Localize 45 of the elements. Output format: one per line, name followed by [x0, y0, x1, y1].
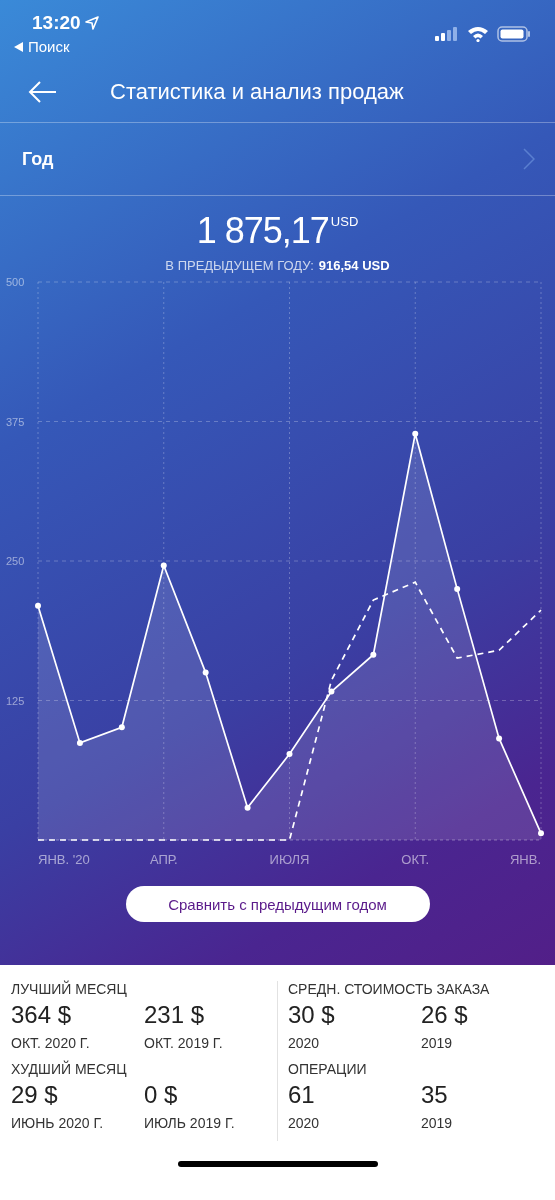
- x-axis-label: ОКТ.: [401, 852, 430, 867]
- stat-title: ХУДШИЙ МЕСЯЦ: [11, 1061, 128, 1077]
- y-axis-label: 500: [6, 276, 25, 288]
- stat-caption: 2019: [421, 1115, 454, 1131]
- y-axis-label: 250: [6, 555, 25, 567]
- stat-caption: 2020: [288, 1035, 321, 1051]
- screen-title: Статистика и анализ продаж: [110, 79, 404, 105]
- stat-value: 26 $: [421, 1001, 469, 1029]
- stat-value: 35: [421, 1081, 449, 1109]
- y-axis-label: 125: [6, 694, 25, 707]
- compare-button[interactable]: Сравнить с предыдущим годом: [125, 886, 430, 922]
- status-time: 13:20: [32, 12, 81, 34]
- x-axis-label: АПР.: [149, 852, 178, 867]
- y-axis-label: 375: [6, 415, 25, 428]
- stat-caption: ИЮЛЬ 2019 Г.: [144, 1115, 236, 1131]
- stat-caption: 2019: [421, 1035, 454, 1051]
- location-arrow-icon: [84, 16, 99, 30]
- stat-value: 231 $: [144, 1001, 206, 1029]
- stat-value: 30 $: [288, 1001, 336, 1029]
- stat-caption: ИЮНЬ 2020 Г.: [11, 1115, 105, 1131]
- signal-icon: [435, 27, 459, 41]
- wifi-icon: [467, 26, 489, 42]
- period-selector[interactable]: Год: [0, 123, 555, 196]
- back-to-search-link[interactable]: Поиск: [28, 38, 70, 55]
- stat-caption: ОКТ. 2020 Г.: [11, 1035, 91, 1051]
- x-axis-label: ЯНВ. '20: [38, 852, 90, 867]
- total-amount: 1 875,17: [196, 210, 329, 252]
- previous-year-value: 916,54 USD: [318, 258, 390, 273]
- stat-title: СРЕДН. СТОИМОСТЬ ЗАКАЗА: [288, 981, 491, 997]
- previous-year-label: В ПРЕДЫДУЩЕМ ГОДУ:: [165, 258, 314, 273]
- stat-value: 364 $: [11, 1001, 73, 1029]
- x-axis-label: ЯНВ.: [509, 852, 541, 867]
- battery-icon: [497, 26, 531, 42]
- stat-title: ОПЕРАЦИИ: [288, 1061, 368, 1077]
- chevron-right-icon: [523, 148, 535, 170]
- stat-caption: 2020: [288, 1115, 321, 1131]
- stat-value: 0 $: [144, 1081, 179, 1109]
- x-axis-label: ИЮЛЯ: [269, 852, 310, 867]
- currency-label: USD: [330, 214, 359, 229]
- stat-value: 61: [288, 1081, 316, 1109]
- back-arrow-icon[interactable]: [28, 81, 58, 103]
- stat-title: ЛУЧШИЙ МЕСЯЦ: [11, 981, 128, 997]
- back-triangle-icon[interactable]: [14, 41, 23, 52]
- stat-caption: ОКТ. 2019 Г.: [144, 1035, 224, 1051]
- stat-value: 29 $: [11, 1081, 59, 1109]
